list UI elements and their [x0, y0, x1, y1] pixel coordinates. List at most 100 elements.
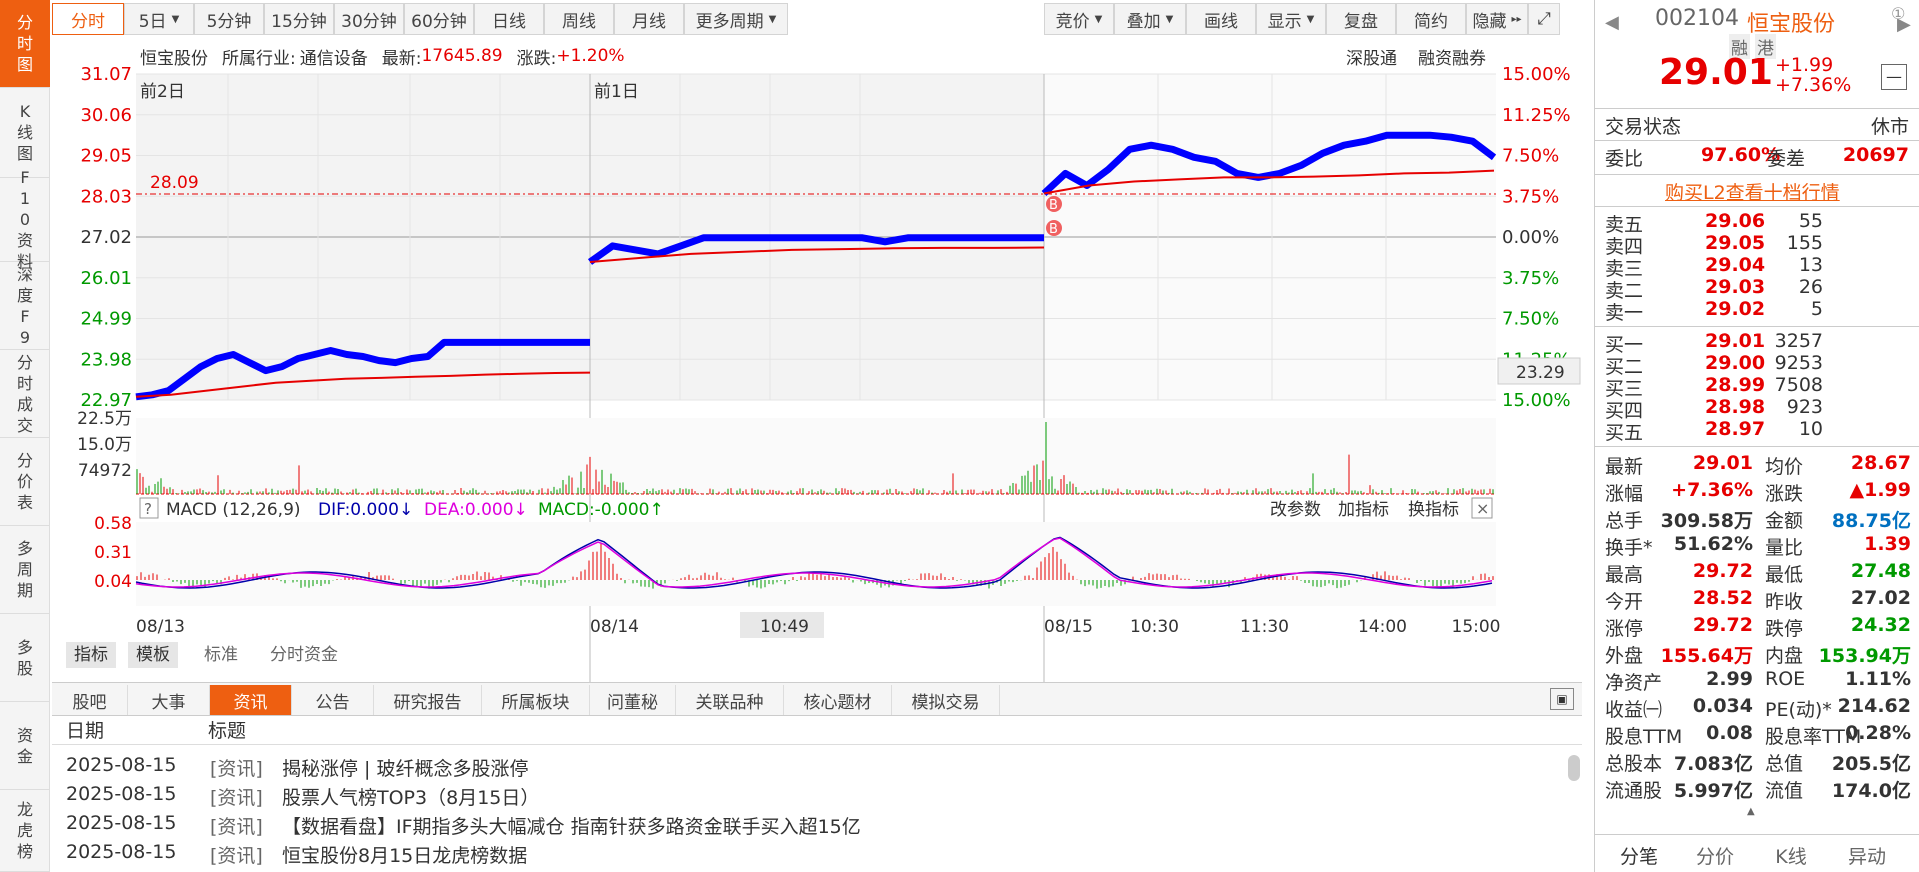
tool-button-2[interactable]: 画线 [1186, 3, 1256, 35]
tool-button-4[interactable]: 复盘 [1326, 3, 1396, 35]
news-divider [52, 744, 1582, 745]
stat-value: ▲1.99 [1849, 479, 1912, 501]
pct-tick: 15.00% [1502, 64, 1571, 85]
period-button-9[interactable]: 更多周期 ▼ [684, 3, 788, 35]
divider [1595, 174, 1919, 175]
next-stock-icon[interactable]: ▶ [1897, 14, 1911, 35]
period-button-6[interactable]: 日线 [474, 3, 544, 35]
stat-value: 1.11% [1845, 668, 1911, 690]
orderbook-row[interactable]: 卖四 29.05 155 [1603, 232, 1903, 258]
orderbook-row[interactable]: 买一 29.01 3257 [1603, 330, 1903, 356]
subtab-2[interactable]: 标准 [196, 642, 246, 668]
period-label: 5分钟 [206, 11, 252, 32]
stat-value: 155.64万 [1660, 645, 1753, 667]
tool-button-1[interactable]: 叠加 ▼ [1114, 3, 1186, 35]
news-row[interactable]: 2025-08-15 [资讯] 恒宝股份8月15日龙虎榜数据 [66, 841, 527, 869]
ob-volume: 3257 [1774, 330, 1823, 352]
stat-value: 174.0亿 [1831, 780, 1911, 802]
expand-icon[interactable]: ▣ [1550, 688, 1574, 710]
period-button-0[interactable]: 分时 [52, 3, 124, 35]
ob-volume: 13 [1798, 254, 1823, 276]
bottom-tab-0[interactable]: 分笔 [1603, 842, 1675, 869]
tool-button-6[interactable]: 隐藏 ▸▸ [1466, 3, 1528, 35]
news-row[interactable]: 2025-08-15 [资讯] 揭秘涨停 | 玻纤概念多股涨停 [66, 754, 528, 782]
period-button-5[interactable]: 60分钟 [404, 3, 474, 35]
period-label: 60分钟 [411, 11, 467, 32]
period-button-4[interactable]: 30分钟 [334, 3, 404, 35]
news-title[interactable]: 股票人气榜TOP3（8月15日） [282, 783, 539, 811]
macd-button-1[interactable]: 加指标 [1338, 500, 1389, 520]
news-tab-9[interactable]: 模拟交易 [892, 685, 1000, 715]
news-row[interactable]: 2025-08-15 [资讯] 股票人气榜TOP3（8月15日） [66, 783, 539, 811]
pct-tick: 15.00% [1502, 390, 1571, 411]
period-button-7[interactable]: 周线 [544, 3, 614, 35]
subtab-0[interactable]: 指标 [66, 642, 116, 668]
news-tab-7[interactable]: 关联品种 [676, 685, 784, 715]
price-tick: 22.97 [80, 390, 132, 411]
news-head-date: 日期 [66, 720, 105, 742]
time-tick: 11:30 [1240, 617, 1289, 637]
macd-button-2[interactable]: 换指标 [1408, 500, 1459, 520]
news-tab-3[interactable]: 公告 [292, 685, 374, 715]
news-tab-8[interactable]: 核心题材 [784, 685, 892, 715]
news-tab-4[interactable]: 研究报告 [374, 685, 482, 715]
orderbook-row[interactable]: 买二 29.00 9253 [1603, 352, 1903, 378]
tool-label: 复盘 [1344, 11, 1378, 32]
ob-price: 29.04 [1705, 254, 1766, 276]
period-label: 30分钟 [341, 11, 397, 32]
news-title[interactable]: 揭秘涨停 | 玻纤概念多股涨停 [282, 754, 528, 782]
bottom-tab-1[interactable]: 分价 [1679, 842, 1751, 869]
bottom-tab-3[interactable]: 异动 [1831, 842, 1903, 869]
orderbook-row[interactable]: 买三 28.99 7508 [1603, 374, 1903, 400]
news-title[interactable]: 【数据看盘】IF期指多头大幅减仓 指南针获多路资金联手买入超15亿 [282, 812, 861, 840]
orderbook-row[interactable]: 卖二 29.03 26 [1603, 276, 1903, 302]
stat-value: 29.01 [1692, 452, 1753, 474]
news-tag: [资讯] [210, 816, 263, 838]
fullscreen-icon[interactable]: ⤢ [1528, 3, 1560, 35]
tool-button-3[interactable]: 显示 ▼ [1256, 3, 1326, 35]
period-button-1[interactable]: 5日 ▼ [124, 3, 194, 35]
expand-up-icon[interactable]: ▲ [1747, 806, 1755, 817]
ob-volume: 5 [1810, 298, 1823, 320]
macd-title: MACD (12,26,9) [166, 500, 301, 520]
news-row[interactable]: 2025-08-15 [资讯] 【数据看盘】IF期指多头大幅减仓 指南针获多路资金联… [66, 812, 861, 840]
stat-label: 昨收 [1765, 591, 1804, 613]
prev-stock-icon[interactable]: ◀ [1605, 12, 1619, 33]
news-scrollbar[interactable] [1568, 755, 1580, 781]
orderbook-row[interactable]: 买五 28.97 10 [1603, 418, 1903, 444]
bottom-tab-2[interactable]: K线 [1755, 842, 1827, 869]
news-tab-1[interactable]: 大事 [128, 685, 210, 715]
news-tab-0[interactable]: 股吧 [52, 685, 128, 715]
orderbook-row[interactable]: 卖五 29.06 55 [1603, 210, 1903, 236]
news-tab-6[interactable]: 问董秘 [590, 685, 676, 715]
news-date: 2025-08-15 [66, 783, 177, 805]
subtab-1[interactable]: 模板 [128, 642, 178, 668]
stat-value: +7.36% [1671, 479, 1753, 501]
news-tab-5[interactable]: 所属板块 [482, 685, 590, 715]
stat-value: 214.62 [1837, 695, 1911, 717]
period-label: 日线 [492, 11, 526, 32]
period-button-2[interactable]: 5分钟 [194, 3, 264, 35]
news-title[interactable]: 恒宝股份8月15日龙虎榜数据 [282, 841, 527, 869]
tool-button-5[interactable]: 简约 [1396, 3, 1466, 35]
l2-link[interactable]: 购买L2查看十档行情 [1665, 178, 1840, 205]
wc-value: 20697 [1842, 144, 1909, 166]
tool-button-0[interactable]: 竞价 ▼ [1044, 3, 1114, 35]
period-button-3[interactable]: 15分钟 [264, 3, 334, 35]
subtab-3[interactable]: 分时资金 [262, 642, 346, 668]
period-button-8[interactable]: 月线 [614, 3, 684, 35]
double-chevron-right-icon: ▸▸ [1511, 13, 1522, 25]
volume-panel-bg [136, 418, 1496, 494]
stat-label: 收益㈠ [1605, 699, 1663, 721]
wb-label: 委比 [1605, 148, 1644, 170]
collapse-icon[interactable]: — [1881, 64, 1907, 90]
ob-price: 29.03 [1705, 276, 1766, 298]
orderbook-row[interactable]: 买四 28.98 923 [1603, 396, 1903, 422]
period-label: 分时 [71, 11, 105, 32]
orderbook-row[interactable]: 卖一 29.02 5 [1603, 298, 1903, 324]
macd-button-0[interactable]: 改参数 [1270, 500, 1321, 520]
stat-label: 外盘 [1605, 645, 1644, 667]
help-icon-glyph: ? [144, 500, 152, 518]
news-tab-2[interactable]: 资讯 [210, 685, 292, 715]
orderbook-row[interactable]: 卖三 29.04 13 [1603, 254, 1903, 280]
